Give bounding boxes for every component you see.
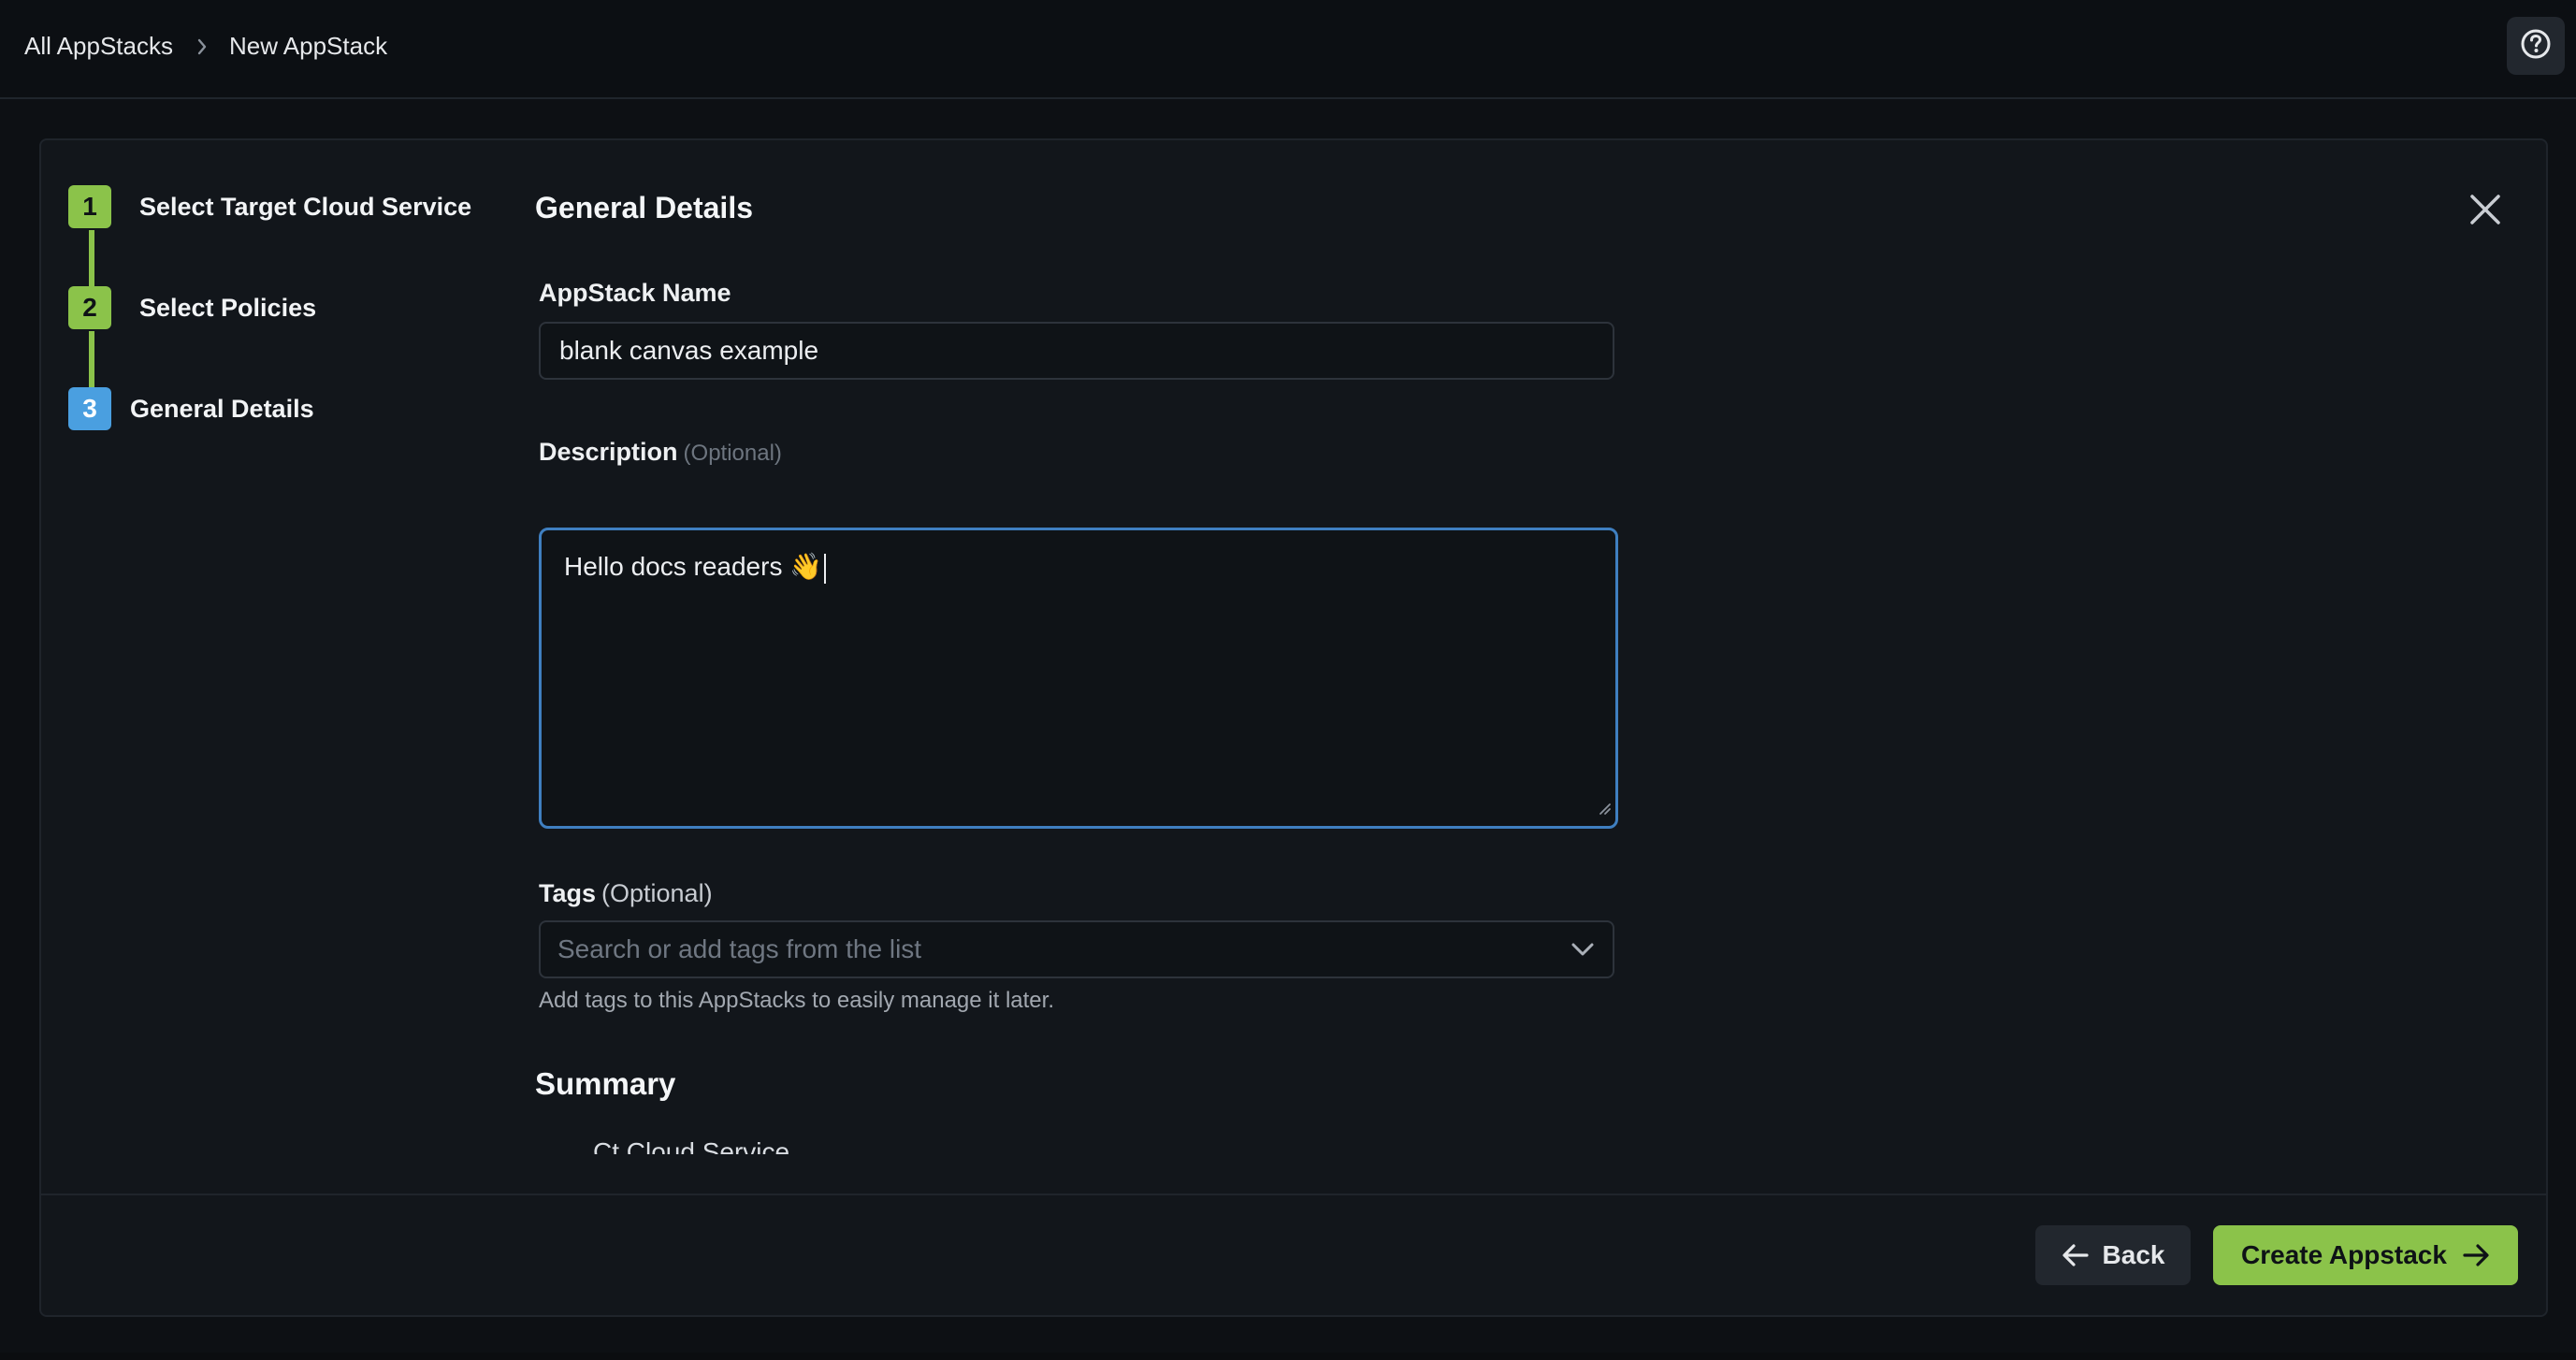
tags-label-text: Tags bbox=[539, 879, 597, 907]
step-select-policies[interactable]: 2 Select Policies bbox=[68, 286, 316, 329]
create-appstack-button[interactable]: Create Appstack bbox=[2213, 1225, 2518, 1285]
description-optional-text: (Optional) bbox=[683, 441, 782, 466]
top-bar: All AppStacks New AppStack bbox=[0, 0, 2576, 99]
tags-label: Tags (Optional) bbox=[539, 879, 713, 908]
description-label-text: Description bbox=[539, 438, 678, 466]
breadcrumb-current: New AppStack bbox=[228, 32, 388, 60]
back-button[interactable]: Back bbox=[2035, 1225, 2191, 1285]
description-label: Description (Optional) bbox=[539, 438, 782, 467]
bottom-strip bbox=[0, 1353, 2576, 1360]
step-number: 1 bbox=[68, 185, 111, 228]
step-number: 3 bbox=[68, 387, 111, 430]
tags-select[interactable]: Search or add tags from the list bbox=[539, 920, 1614, 978]
chevron-down-icon[interactable] bbox=[1570, 934, 1596, 964]
breadcrumb-all-appstacks[interactable]: All AppStacks bbox=[24, 32, 173, 61]
tags-optional-text: (Optional) bbox=[601, 879, 713, 907]
create-label: Create Appstack bbox=[2241, 1240, 2447, 1269]
back-label: Back bbox=[2102, 1240, 2165, 1269]
text-caret bbox=[824, 553, 827, 584]
step-connector bbox=[89, 331, 94, 387]
step-number: 2 bbox=[68, 286, 111, 329]
help-button[interactable] bbox=[2507, 17, 2565, 75]
arrow-left-icon bbox=[2062, 1243, 2103, 1267]
close-button[interactable] bbox=[2465, 191, 2506, 232]
arrow-right-icon bbox=[2447, 1243, 2490, 1267]
breadcrumb: All AppStacks New AppStack bbox=[24, 32, 387, 61]
step-label: Select Target Cloud Service bbox=[139, 192, 472, 221]
step-label: Select Policies bbox=[139, 293, 317, 322]
appstack-name-value: blank canvas example bbox=[559, 336, 819, 365]
close-icon bbox=[2468, 193, 2502, 231]
description-value: Hello docs readers 👋 bbox=[564, 552, 823, 581]
resize-handle-icon[interactable] bbox=[1597, 792, 1612, 822]
appstack-name-input[interactable]: blank canvas example bbox=[539, 322, 1614, 380]
step-general-details[interactable]: 3 General Details bbox=[68, 387, 314, 430]
appstack-name-label: AppStack Name bbox=[539, 279, 731, 307]
wizard-footer: Back Create Appstack bbox=[41, 1194, 2546, 1315]
description-textarea[interactable]: Hello docs readers 👋 bbox=[539, 528, 1618, 829]
question-circle-icon bbox=[2519, 27, 2553, 65]
section-title: General Details bbox=[535, 191, 753, 224]
tags-placeholder: Search or add tags from the list bbox=[557, 934, 922, 963]
step-label: General Details bbox=[130, 394, 314, 423]
step-connector bbox=[89, 230, 94, 286]
wizard-panel: 1 Select Target Cloud Service 2 Select P… bbox=[39, 138, 2548, 1317]
summary-item-partial: Ct Cloud Service bbox=[593, 1137, 790, 1154]
chevron-right-icon bbox=[195, 37, 209, 56]
tags-hint: Add tags to this AppStacks to easily man… bbox=[539, 988, 1054, 1013]
step-select-target-cloud-service[interactable]: 1 Select Target Cloud Service bbox=[68, 185, 471, 228]
summary-title: Summary bbox=[535, 1066, 676, 1101]
